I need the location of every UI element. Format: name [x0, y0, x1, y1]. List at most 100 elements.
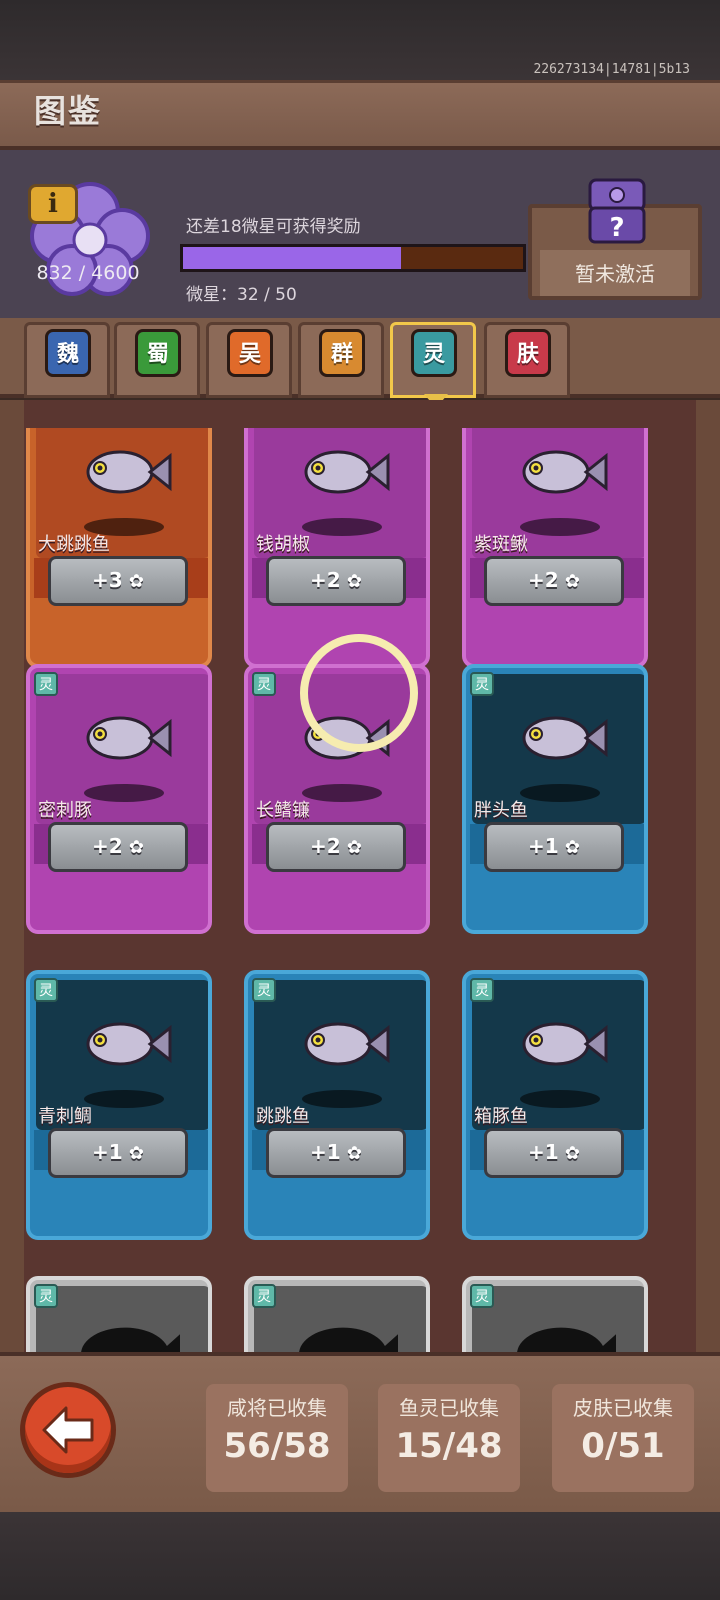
tab-label: 群 [319, 329, 365, 377]
fish-card[interactable]: 紫斑鳅★★★★★ [462, 428, 648, 668]
spirit-tag: 灵 [252, 978, 276, 1002]
tab-qun[interactable]: 群 [298, 322, 384, 398]
flower-currency-icon: ✿ [558, 1143, 581, 1164]
reward-amount: +2 [91, 834, 123, 858]
claim-reward-button[interactable]: +2 ✿ [266, 556, 406, 606]
reward-amount: +2 [309, 834, 341, 858]
spirit-tag: 灵 [34, 1284, 58, 1308]
fish-shadow [520, 1090, 600, 1108]
flower-currency-icon: ✿ [122, 1143, 145, 1164]
fish-name: 钱胡椒 [256, 534, 310, 555]
tab-label: 魏 [45, 329, 91, 377]
reward-amount: +1 [309, 1140, 341, 1164]
tab-label: 肤 [505, 329, 551, 377]
claim-reward-button[interactable]: +2 ✿ [48, 822, 188, 872]
locked-fish-silhouette-icon [517, 1327, 616, 1358]
tab-fu[interactable]: 肤 [484, 322, 570, 398]
stat-value: 56/58 [223, 1426, 331, 1466]
tab-label: 蜀 [135, 329, 181, 377]
fish-shadow [302, 784, 382, 802]
flower-currency-icon: ✿ [122, 837, 145, 858]
claim-reward-button[interactable]: +1 ✿ [484, 1128, 624, 1178]
spirit-tag: 灵 [470, 672, 494, 696]
svg-text:?: ? [609, 213, 624, 243]
claim-reward-button[interactable]: +1 ✿ [48, 1128, 188, 1178]
mystery-chest-icon: ? [588, 178, 646, 244]
frame-left [0, 400, 24, 1352]
fish-icon [304, 450, 390, 494]
build-id: 226273134|14781|5b13 [533, 62, 690, 77]
fish-card[interactable]: 灵 [244, 1276, 430, 1358]
fish-card[interactable]: 大跳跳鱼★★★★★ [26, 428, 212, 668]
fish-name: 胖头鱼 [474, 800, 528, 821]
fish-icon [522, 1022, 608, 1066]
stat-skins: 皮肤已收集 0/51 [552, 1384, 694, 1492]
spirit-tag: 灵 [34, 978, 58, 1002]
fish-name: 密刺豚 [38, 800, 92, 821]
locked-fish-silhouette-icon [299, 1327, 398, 1358]
claim-reward-button[interactable]: +1 ✿ [266, 1128, 406, 1178]
spirit-tag: 灵 [34, 672, 58, 696]
fish-card[interactable]: 灵密刺豚★★★★★ [26, 664, 212, 934]
claim-reward-button[interactable]: +1 ✿ [484, 822, 624, 872]
fish-card[interactable]: 灵 [26, 1276, 212, 1358]
fish-shadow [84, 784, 164, 802]
fish-card[interactable]: 钱胡椒★★★★★ [244, 428, 430, 668]
fish-icon [86, 716, 172, 760]
fish-icon [86, 1022, 172, 1066]
spirit-tag: 灵 [470, 978, 494, 1002]
reward-hint: 还差18微星可获得奖励 [186, 217, 361, 237]
spirit-tag: 灵 [252, 1284, 276, 1308]
stat-label: 皮肤已收集 [573, 1396, 673, 1420]
fish-shadow [520, 518, 600, 536]
stat-value: 15/48 [395, 1426, 503, 1466]
reward-amount: +3 [91, 568, 123, 592]
info-icon[interactable]: i [28, 184, 78, 224]
stars-label: 微星：32 / 50 [186, 285, 297, 305]
fish-card[interactable]: 灵 [462, 1276, 648, 1358]
fish-card[interactable]: 灵跳跳鱼★★★★★ [244, 970, 430, 1240]
tab-label: 吴 [227, 329, 273, 377]
back-arrow-icon [42, 1406, 94, 1454]
fish-icon [522, 450, 608, 494]
reward-amount: +2 [309, 568, 341, 592]
fish-card[interactable]: 灵青刺鲷★★★★★ [26, 970, 212, 1240]
tab-wu[interactable]: 吴 [206, 322, 292, 398]
fish-shadow [520, 784, 600, 802]
tab-shu[interactable]: 蜀 [114, 322, 200, 398]
fish-card[interactable]: 灵箱豚鱼★★★★★ [462, 970, 648, 1240]
fish-name: 大跳跳鱼 [38, 534, 110, 555]
stat-heroes: 咸将已收集 56/58 [206, 1384, 348, 1492]
flower-currency-icon: ✿ [122, 571, 145, 592]
fish-shadow [302, 1090, 382, 1108]
reward-status: 暂未激活 [575, 262, 655, 286]
claim-reward-button[interactable]: +2 ✿ [484, 556, 624, 606]
fish-shadow [302, 518, 382, 536]
progress-fill [183, 247, 401, 269]
fish-shadow [84, 1090, 164, 1108]
reward-amount: +2 [527, 568, 559, 592]
tab-wei[interactable]: 魏 [24, 322, 110, 398]
flower-currency-icon: ✿ [558, 571, 581, 592]
fish-name: 紫斑鳅 [474, 534, 528, 555]
flower-currency-icon: ✿ [340, 837, 363, 858]
fish-icon [522, 716, 608, 760]
tab-label: 灵 [411, 329, 457, 377]
tap-highlight-ring [300, 634, 418, 752]
tab-ling[interactable]: 灵 [390, 322, 476, 398]
claim-reward-button[interactable]: +3 ✿ [48, 556, 188, 606]
reward-amount: +1 [527, 834, 559, 858]
claim-reward-button[interactable]: +2 ✿ [266, 822, 406, 872]
spirit-tag: 灵 [470, 1284, 494, 1308]
reward-amount: +1 [527, 1140, 559, 1164]
frame-right [696, 400, 720, 1352]
flower-currency-icon: ✿ [340, 1143, 363, 1164]
bottom-strip [0, 1512, 720, 1600]
fish-icon [86, 450, 172, 494]
fish-card[interactable]: 灵胖头鱼★★★★★ [462, 664, 648, 934]
card-grid[interactable]: 大跳跳鱼★★★★★+3 ✿钱胡椒★★★★★+2 ✿紫斑鳅★★★★★+2 ✿灵密刺… [22, 428, 698, 1358]
fish-name: 青刺鲷 [38, 1106, 92, 1127]
stat-label: 鱼灵已收集 [399, 1396, 499, 1420]
stat-label: 咸将已收集 [227, 1396, 327, 1420]
spirit-tag: 灵 [252, 672, 276, 696]
